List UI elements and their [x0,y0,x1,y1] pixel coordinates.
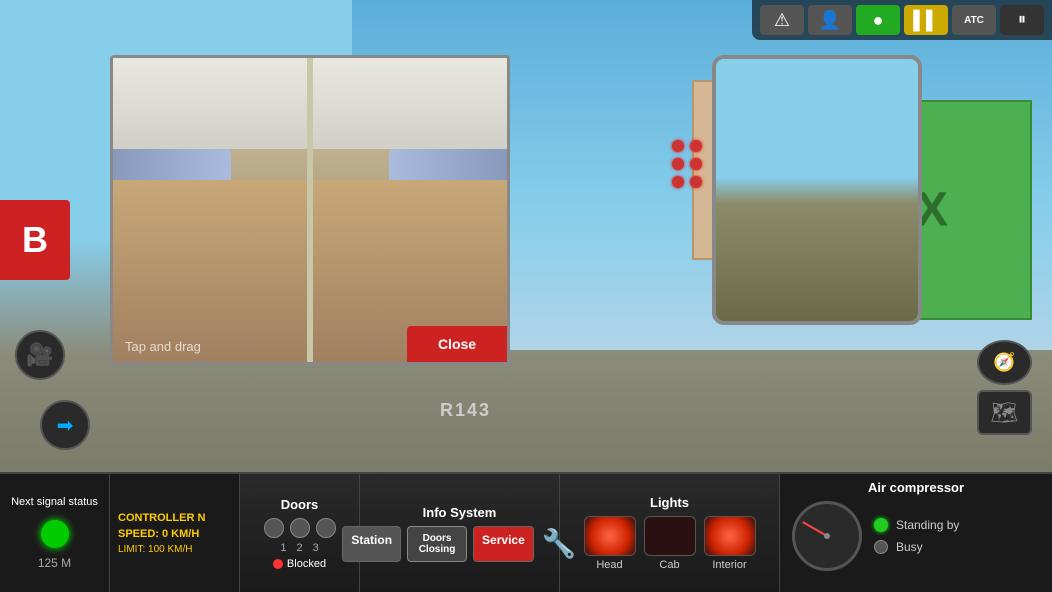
controller-label: CONTROLLER N [118,512,231,524]
cab-dot-6 [690,176,702,188]
camera-hint: Tap and drag [125,339,201,354]
info-buttons: Station Doors Closing Service [342,526,533,562]
busy-dot [874,540,888,554]
door-indicator-2 [290,518,310,538]
standing-by-item: Standing by [874,518,959,532]
cab-dot-5 [672,176,684,188]
blocked-row: Blocked [273,558,326,570]
limit-label: LIMIT: 100 KM/H [118,544,231,555]
nav-button[interactable]: ➡ [40,400,90,450]
cab-indicator-dots [672,140,702,188]
compressor-title: Air compressor [792,480,1040,495]
interior-light-button[interactable] [704,516,756,556]
door-indicator-3 [316,518,336,538]
camera-button[interactable]: 🎥 [15,330,65,380]
info-system-title: Info System [423,505,497,520]
interior-poles [307,58,313,362]
pressure-gauge [792,501,862,571]
signal-status-panel: Next signal status 125 M [0,474,110,592]
camera-overlay: Tap and drag Close [110,55,510,365]
standing-by-dot [874,518,888,532]
standing-by-label: Standing by [896,518,959,532]
station-button[interactable]: Station [342,526,401,562]
warning-button[interactable]: ⚠ [760,5,804,35]
right-monitor-inner [716,59,918,321]
cab-dot-3 [672,158,684,170]
busy-label: Busy [896,540,923,554]
battery-button[interactable]: ▌▌ [904,5,948,35]
camera-frame [113,58,507,362]
lights-panel: Lights Head Cab Interior [560,474,780,592]
door-numbers: 1 2 3 [280,542,318,554]
close-button[interactable]: Close [407,326,507,362]
interior-light-label: Interior [712,559,746,571]
cab-dot-4 [690,158,702,170]
signal-light [41,520,69,548]
blocked-label: Blocked [287,558,326,570]
speed-label: SPEED: 0 KM/H [118,528,231,540]
compressor-content: Standing by Busy [792,501,1040,571]
hud-bar: Next signal status 125 M CONTROLLER N SP… [0,472,1052,592]
service-button[interactable]: Service [473,526,534,562]
signal-distance: 125 M [38,556,71,570]
right-monitor [712,55,922,325]
controller-panel: CONTROLLER N SPEED: 0 KM/H LIMIT: 100 KM… [110,474,240,592]
cab-light-item: Cab [644,516,696,571]
lights-row: Head Cab Interior [584,516,756,571]
interior-light-item: Interior [704,516,756,571]
head-light-label: Head [596,559,622,571]
atc-button[interactable]: ATC [952,5,996,35]
cab-dot-1 [672,140,684,152]
gauge-center [824,533,830,539]
b-button[interactable]: B [0,200,70,280]
doors-closing-button[interactable]: Doors Closing [407,526,467,562]
game-viewport: ⚠ 👤 ● ▌▌ ATC ⏸ Tap and drag Close B 🎥 ➡ … [0,0,1052,592]
air-compressor-panel: Air compressor Standing by Busy [780,474,1052,592]
head-light-item: Head [584,516,636,571]
busy-item: Busy [874,540,959,554]
train-id: R143 [440,400,491,421]
doors-title: Doors [281,497,319,512]
signal-status-title: Next signal status [11,496,98,509]
top-hud: ⚠ 👤 ● ▌▌ ATC ⏸ [752,0,1052,40]
info-system-panel: Info System Station Doors Closing Servic… [360,474,560,592]
cab-light-button[interactable] [644,516,696,556]
person-button[interactable]: 👤 [808,5,852,35]
map-button[interactable]: 🗺 [977,390,1032,435]
door-indicators [264,518,336,538]
cab-light-label: Cab [659,559,679,571]
record-button[interactable]: ● [856,5,900,35]
cab-dot-2 [690,140,702,152]
door-indicator-1 [264,518,284,538]
info-buttons-row: Station Doors Closing Service 🔧 [342,526,576,562]
pause-button[interactable]: ⏸ [1000,5,1044,35]
compressor-status-items: Standing by Busy [874,518,959,554]
blocked-dot [273,559,283,569]
lights-title: Lights [650,495,689,510]
compass-button[interactable]: 🧭 [977,340,1032,385]
head-light-button[interactable] [584,516,636,556]
